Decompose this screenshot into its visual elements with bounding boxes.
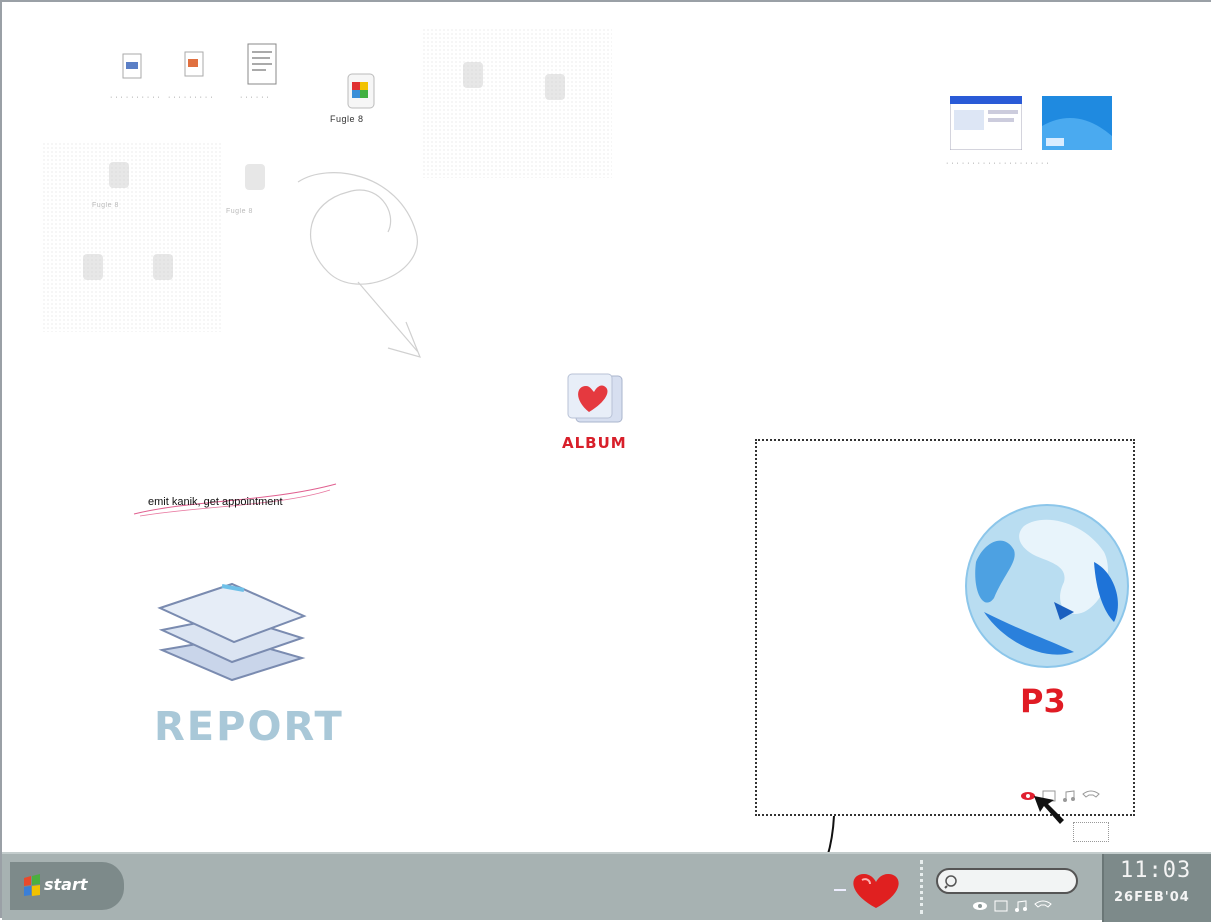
handwritten-doc-icon[interactable] [244,42,280,92]
taskbar-mini-toolbar [972,900,1052,912]
document-stack-icon[interactable] [152,580,312,700]
notepad-icon[interactable] [994,900,1008,912]
faded-file-label: Fugle 8 [226,208,253,215]
heart-icon[interactable] [832,868,902,912]
desktop[interactable]: · · · · · · · · · · · · · · · · · · · · … [0,0,1211,922]
faded-file-icon [545,74,565,100]
album-label[interactable]: ALBUM [562,434,627,452]
faded-file-icon [463,62,483,88]
faded-sketch-drawing [297,172,422,358]
taskbar-separator [920,860,923,914]
faded-file-icon [153,254,173,280]
phone-icon[interactable] [1034,900,1052,912]
faded-file-icon [109,162,129,188]
windows-flag-icon [24,874,40,896]
report-label[interactable]: REPORT [154,704,344,750]
search-input[interactable] [936,868,1078,894]
clock[interactable]: 11:03 26FEB'04 [1102,854,1211,922]
search-icon [944,875,957,889]
eye-icon[interactable] [972,900,988,912]
taskbar: start 11:03 26FEB'04 [2,852,1211,922]
faded-file-icon [245,164,265,190]
picture-file-icon[interactable] [346,72,378,112]
window-thumbnail-browser[interactable] [950,96,1022,150]
clock-time: 11:03 [1120,858,1192,883]
globe-icon[interactable] [964,502,1130,670]
document-icon[interactable] [120,52,146,84]
clock-date: 26FEB'04 [1114,890,1190,905]
faded-file-label: Fugle 8 [92,202,119,209]
mouse-cursor-icon [1034,796,1064,824]
album-heart-icon[interactable] [566,370,628,432]
faded-file-icon [83,254,103,280]
picture-file-label: Fugle 8 [330,114,364,124]
faded-icon-cluster-top [422,28,612,178]
music-icon[interactable] [1014,900,1028,912]
presentation-icon[interactable] [182,50,208,82]
window-thumbnail-desktop[interactable] [1042,96,1112,150]
faded-icon-cluster-left [42,142,222,332]
sticky-note-text[interactable]: emit kanik, get appointment [148,496,283,508]
start-button[interactable]: start [10,862,124,910]
p3-label[interactable]: P3 [1020,682,1066,720]
tooltip-placeholder [1073,822,1109,842]
start-label: start [44,875,88,894]
phone-icon[interactable] [1082,790,1100,802]
